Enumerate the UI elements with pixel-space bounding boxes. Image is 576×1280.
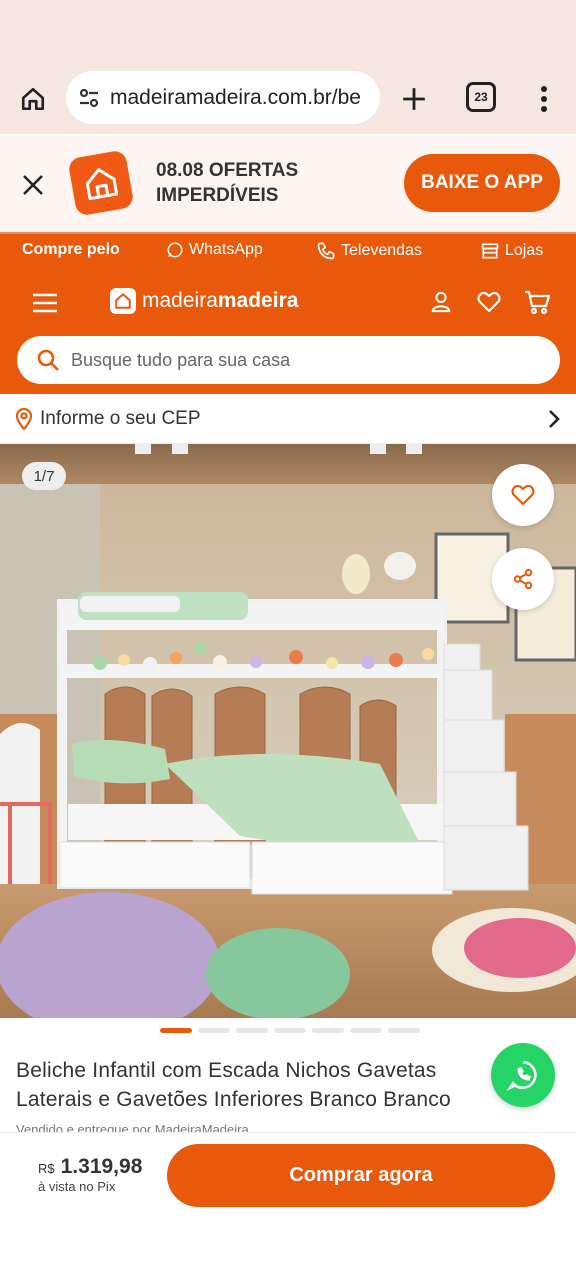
price-value: 1.319,98 — [60, 1155, 143, 1178]
whatsapp-label: WhatsApp — [189, 241, 263, 258]
whatsapp-icon — [167, 242, 183, 258]
tab-switcher-button[interactable]: 23 — [466, 82, 496, 112]
gallery-dot[interactable] — [274, 1028, 306, 1033]
app-promo-banner: 08.08 OFERTAS IMPERDÍVEIS BAIXE O APP — [0, 136, 576, 232]
logo-text-light: madeira — [142, 289, 218, 312]
price-currency: R$ — [38, 1161, 55, 1176]
contact-strip-label: Compre pelo — [22, 241, 120, 258]
heart-icon — [511, 484, 535, 506]
url-text[interactable]: madeiramadeira.com.br/be — [110, 86, 361, 110]
payment-note: à vista no Pix — [38, 1179, 116, 1194]
gallery-dot[interactable] — [350, 1028, 382, 1033]
app-logo-icon — [67, 149, 135, 217]
share-button[interactable] — [492, 548, 554, 610]
close-icon[interactable] — [16, 168, 50, 202]
whatsapp-link[interactable]: WhatsApp — [166, 241, 263, 259]
gallery-dot[interactable] — [312, 1028, 344, 1033]
gallery-dot[interactable] — [388, 1028, 420, 1033]
whatsapp-chat-button[interactable] — [491, 1043, 555, 1107]
image-counter: 1/7 — [22, 462, 66, 490]
gallery-dot[interactable] — [236, 1028, 268, 1033]
download-app-button[interactable]: BAIXE O APP — [404, 154, 560, 212]
gallery-pagination — [160, 1028, 420, 1033]
televendas-link[interactable]: Televendas — [316, 241, 422, 261]
chevron-right-icon[interactable] — [544, 408, 564, 430]
promo-line-2: IMPERDÍVEIS — [156, 185, 279, 206]
lojas-link[interactable]: Lojas — [480, 241, 543, 261]
contact-strip: Compre pelo WhatsApp Televendas Lojas — [0, 232, 576, 268]
televendas-label: Televendas — [341, 242, 422, 259]
product-title: Beliche Infantil com Escada Nichos Gavet… — [16, 1059, 451, 1111]
purchase-bar: R$ 1.319,98 à vista no Pix Comprar agora — [0, 1132, 576, 1280]
search-icon[interactable] — [35, 347, 61, 373]
product-image-gallery[interactable]: 1/7 — [0, 444, 576, 1018]
search-input[interactable]: Busque tudo para sua casa — [71, 350, 290, 371]
logo-text-bold: madeira — [217, 289, 299, 312]
status-bar — [0, 0, 576, 62]
lojas-label: Lojas — [505, 242, 544, 259]
gallery-dot[interactable] — [160, 1028, 192, 1033]
site-logo[interactable]: madeira madeira — [110, 288, 298, 314]
more-options-icon[interactable] — [532, 80, 556, 118]
favorite-button[interactable] — [492, 464, 554, 526]
address-bar[interactable]: madeiramadeira.com.br/be — [66, 71, 380, 124]
cart-icon[interactable] — [524, 288, 550, 316]
search-bar[interactable]: Busque tudo para sua casa — [17, 336, 560, 384]
buy-now-button[interactable]: Comprar agora — [167, 1144, 555, 1207]
product-photo — [0, 444, 576, 1018]
price: R$ 1.319,98 — [38, 1155, 142, 1179]
phone-icon — [317, 242, 335, 260]
account-icon[interactable] — [428, 288, 454, 316]
store-icon — [481, 243, 499, 259]
site-header: madeira madeira Busque tudo para sua casa — [0, 268, 576, 394]
seller-info: Vendido e entregue por MadeiraMadeira — [16, 1122, 249, 1132]
hamburger-menu-icon[interactable] — [30, 288, 60, 318]
gallery-dot[interactable] — [198, 1028, 230, 1033]
share-icon — [513, 568, 533, 590]
browser-toolbar: madeiramadeira.com.br/be 23 — [0, 62, 576, 134]
home-icon[interactable] — [14, 80, 52, 118]
cep-label: Informe o seu CEP — [40, 408, 201, 429]
favorites-icon[interactable] — [476, 288, 502, 316]
site-settings-icon[interactable] — [76, 85, 102, 111]
cep-selector[interactable]: Informe o seu CEP — [0, 394, 576, 444]
location-pin-icon — [14, 408, 34, 430]
promo-text: 08.08 OFERTAS IMPERDÍVEIS — [156, 158, 356, 208]
new-tab-icon[interactable] — [394, 79, 434, 119]
whatsapp-icon — [506, 1060, 537, 1092]
promo-line-1: 08.08 OFERTAS — [156, 160, 299, 181]
logo-house-icon — [110, 288, 136, 314]
